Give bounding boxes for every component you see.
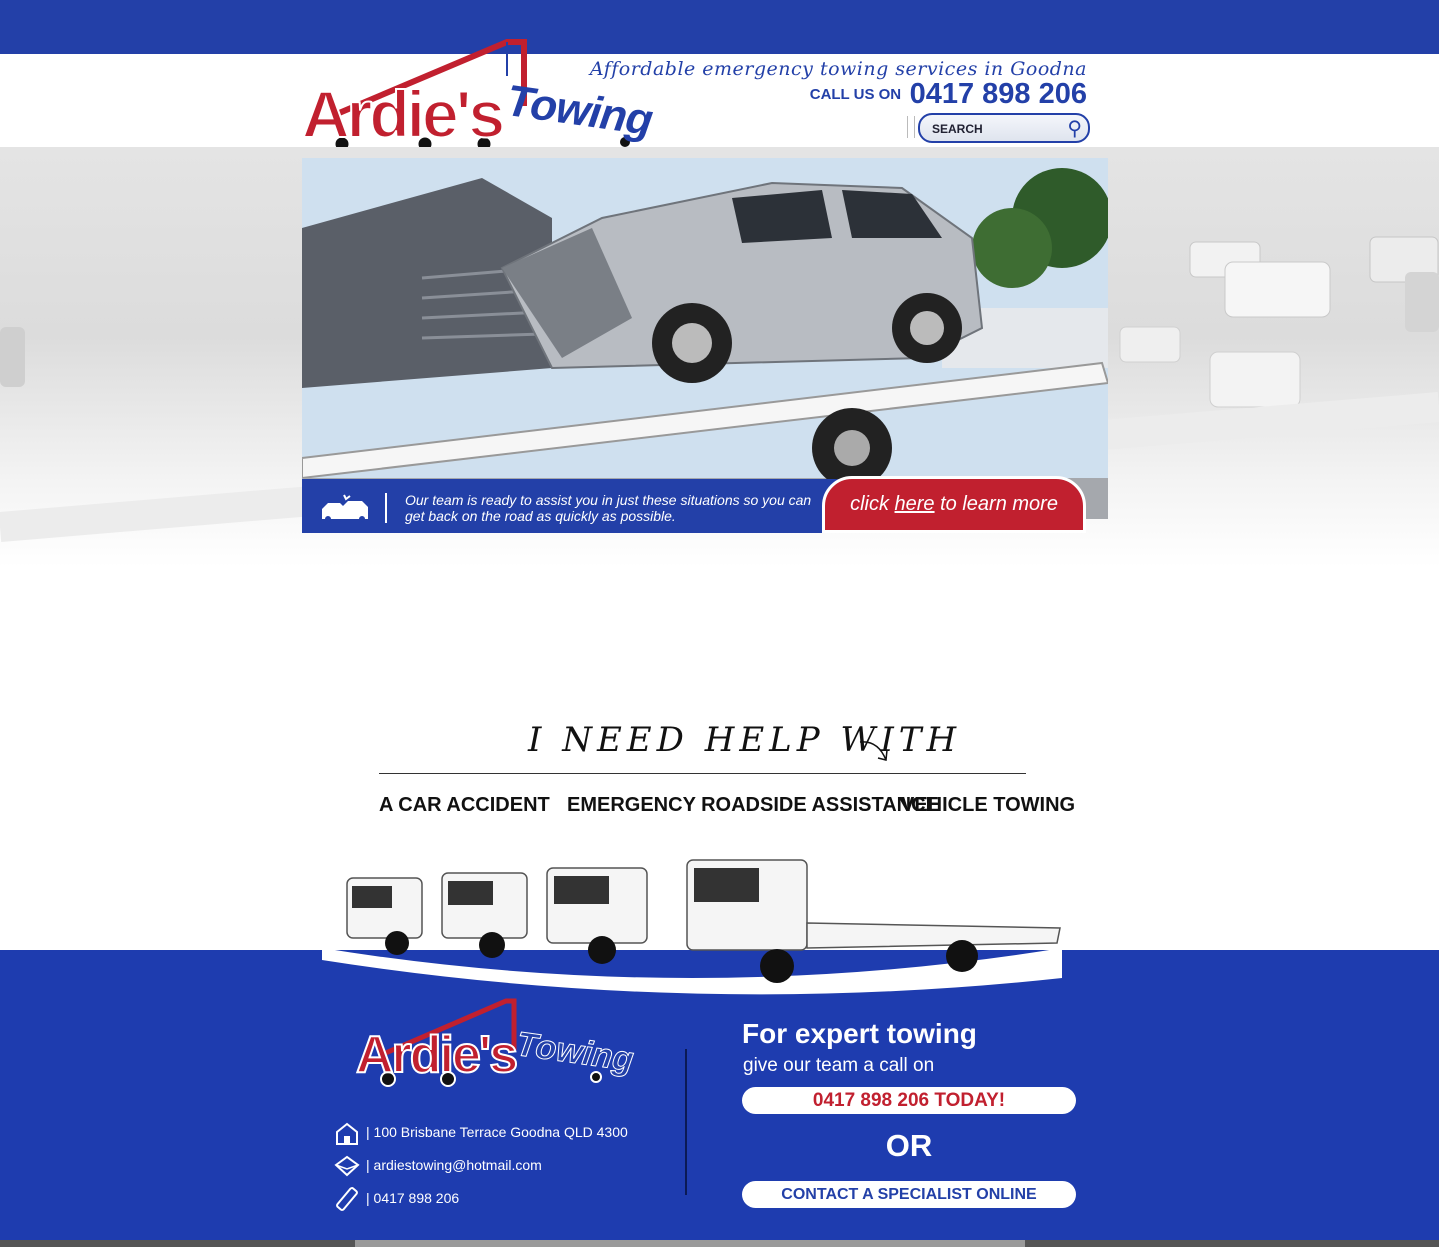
expert-heading: For expert towing [742,1018,977,1049]
header-phone-link[interactable]: 0417 898 206 [910,78,1087,110]
search-divider [907,116,915,138]
footer-logo[interactable]: Ardie's Towing [355,995,636,1095]
help-heading: I NEED HELP WITH [528,720,962,760]
tow-truck-fleet-image [322,859,1062,995]
envelope-icon [334,1155,360,1177]
hero-photo [302,158,1108,519]
curved-arrow-icon [859,741,888,761]
top-bar [0,0,1439,54]
site-logo[interactable]: Ardie's Towing [301,36,662,154]
cta-suffix: to learn more [934,493,1058,515]
or-separator: OR [885,1128,933,1163]
logo-text: Ardie's [301,76,506,152]
house-icon [336,1122,358,1145]
bottom-bar [0,1240,1439,1247]
help-link-vehicle-towing[interactable]: VEHICLE TOWING [901,794,1075,817]
tagline: Affordable emergency towing services in … [589,58,1087,80]
footer-logo-text: Ardie's [355,1025,519,1085]
search-area: ⚲ [907,112,1090,143]
contact-email[interactable]: | ardiestowing@hotmail.com [366,1157,542,1173]
call-today-button[interactable]: 0417 898 206 TODAY! [742,1087,1076,1114]
learn-more-link[interactable]: here [895,493,935,515]
search-box: ⚲ [918,113,1090,143]
search-icon[interactable]: ⚲ [1067,116,1082,141]
help-link-car-accident[interactable]: A CAR ACCIDENT [379,794,550,817]
phone-icon [336,1187,358,1211]
bottom-bar-inner [355,1240,1025,1247]
search-input[interactable] [930,119,1054,139]
hero-banner: Our team is ready to assist you in just … [302,476,1086,533]
contact-phone[interactable]: | 0417 898 206 [366,1190,459,1206]
car-crash-icon [322,494,368,522]
learn-more-cta: click here to learn more [825,493,1083,516]
tow-truck-photo [302,158,1108,519]
help-divider [379,773,1026,774]
cta-prefix: click [850,493,895,515]
help-link-roadside-assistance[interactable]: EMERGENCY ROADSIDE ASSISTANCE [567,794,939,817]
call-label: CALL US ON [809,86,902,103]
call-us: CALL US ON 0417 898 206 [810,78,1087,111]
banner-message: Our team is ready to assist you in just … [405,492,812,524]
banner-divider [385,493,387,523]
call-on-text: give our team a call on [743,1055,935,1076]
contact-address: | 100 Brisbane Terrace Goodna QLD 4300 [366,1124,628,1140]
contact-specialist-button[interactable]: CONTACT A SPECIALIST ONLINE [742,1181,1076,1208]
banner-message-panel: Our team is ready to assist you in just … [302,479,862,533]
learn-more-panel[interactable]: click here to learn more [822,476,1086,533]
footer-divider [685,1049,687,1195]
